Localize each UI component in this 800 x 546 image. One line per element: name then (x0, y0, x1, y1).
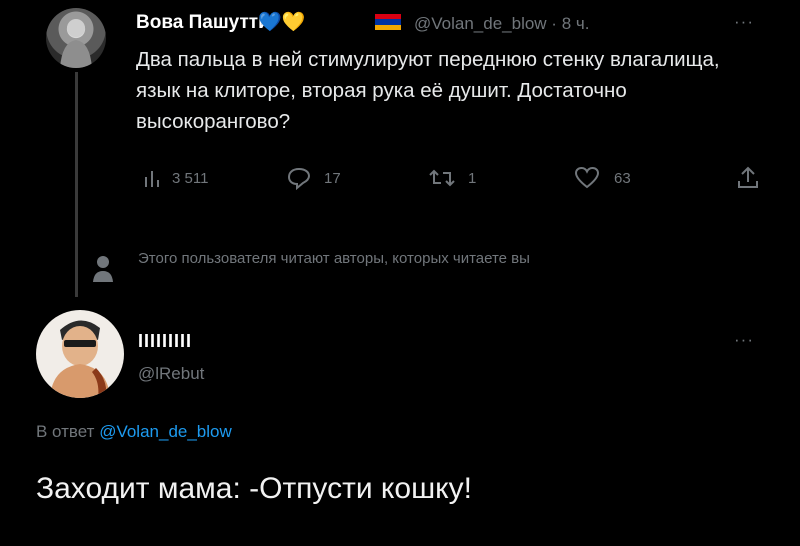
avatar-illustration-icon (50, 320, 110, 398)
reply-more-options-icon[interactable]: ··· (734, 330, 754, 350)
reply-prefix: В ответ (36, 422, 95, 441)
retweet-count: 1 (468, 169, 477, 187)
reply-count: 17 (324, 169, 341, 187)
author-name[interactable]: Вова Пашутти (136, 12, 270, 34)
like-button[interactable]: 63 (574, 164, 631, 192)
reply-button[interactable]: 17 (286, 164, 341, 192)
reply-icon (287, 167, 311, 190)
views-button[interactable]: 3 511 (142, 164, 208, 192)
retweet-icon (429, 169, 455, 187)
flag-icon (375, 14, 401, 30)
replying-to: В ответ @Volan_de_blow (36, 422, 232, 442)
reply-author-avatar[interactable] (36, 310, 124, 398)
share-icon (738, 166, 758, 188)
heart-icon (574, 166, 600, 189)
author-handle-time[interactable]: @Volan_de_blow · 8 ч. (414, 14, 589, 34)
reply-text: Заходит мама: -Отпусти кошку! (36, 472, 472, 505)
views-icon (145, 171, 159, 187)
hearts-emoji: 💙💛 (258, 12, 306, 33)
avatar-photo-icon (60, 19, 92, 68)
like-count: 63 (614, 169, 631, 187)
followed-by-notice: Этого пользователя читают авторы, которы… (138, 250, 530, 267)
reply-author-handle[interactable]: @lRebut (138, 364, 204, 384)
more-options-icon[interactable]: ··· (734, 12, 754, 32)
reply-author-name[interactable]: IIIIIIIII (138, 331, 192, 352)
share-button[interactable] (736, 164, 760, 192)
views-count: 3 511 (172, 169, 209, 187)
flag-stripe-orange (375, 24, 401, 30)
tweet-text: Два пальца в ней стимулируют переднюю ст… (136, 48, 720, 133)
person-icon (92, 254, 114, 284)
author-avatar[interactable] (46, 8, 106, 68)
retweet-button[interactable]: 1 (428, 164, 476, 192)
reply-to-link[interactable]: @Volan_de_blow (99, 422, 232, 441)
thread-line (75, 72, 78, 297)
